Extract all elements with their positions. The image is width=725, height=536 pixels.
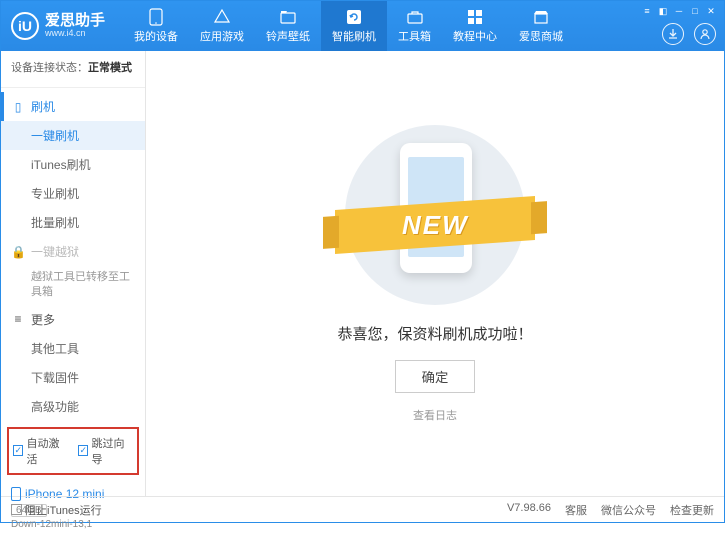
sidebar-head-jailbreak[interactable]: 🔒 一键越狱 <box>1 237 145 266</box>
jailbreak-note: 越狱工具已转移至工具箱 <box>1 266 145 305</box>
sidebar-head-more[interactable]: ≡ 更多 <box>1 305 145 334</box>
phone-icon <box>147 8 165 26</box>
main-tabs: 我的设备 应用游戏 铃声壁纸 智能刷机 工具箱 教程中心 <box>123 1 574 51</box>
unchecked-icon <box>11 504 22 515</box>
sidebar-item-other-tools[interactable]: 其他工具 <box>1 334 145 363</box>
tab-toolbox[interactable]: 工具箱 <box>387 1 442 51</box>
sidebar-item-oneclick-flash[interactable]: 一键刷机 <box>1 121 145 150</box>
apps-icon <box>213 8 231 26</box>
check-icon: ✓ <box>13 445 23 456</box>
tab-tutorial[interactable]: 教程中心 <box>442 1 508 51</box>
sidebar-head-flash[interactable]: ▯ 刷机 <box>1 92 145 121</box>
view-log-link[interactable]: 查看日志 <box>413 407 457 423</box>
app-url: www.i4.cn <box>45 29 105 39</box>
phone-small-icon: ▯ <box>11 100 25 114</box>
sidebar-item-advanced[interactable]: 高级功能 <box>1 392 145 421</box>
tab-store[interactable]: 爱思商城 <box>508 1 574 51</box>
service-link[interactable]: 客服 <box>565 502 587 518</box>
sidebar-item-download-firmware[interactable]: 下载固件 <box>1 363 145 392</box>
new-ribbon: NEW <box>402 209 469 240</box>
checkbox-skip-setup[interactable]: ✓ 跳过向导 <box>78 435 133 467</box>
minimize-button[interactable]: ─ <box>672 5 686 17</box>
app-title: 爱思助手 <box>45 13 105 30</box>
tab-apps-games[interactable]: 应用游戏 <box>189 1 255 51</box>
menu-button[interactable]: ≡ <box>640 5 654 17</box>
titlebar: iU 爱思助手 www.i4.cn 我的设备 应用游戏 铃声壁纸 智能刷机 <box>1 1 724 51</box>
flash-options-highlight: ✓ 自动激活 ✓ 跳过向导 <box>7 427 139 475</box>
ok-button[interactable]: 确定 <box>395 360 476 393</box>
skin-button[interactable]: ◧ <box>656 5 670 17</box>
device-phone-icon <box>11 487 21 501</box>
window-controls: ≡ ◧ ─ □ ✕ <box>640 5 718 17</box>
refresh-icon <box>345 8 363 26</box>
close-button[interactable]: ✕ <box>704 5 718 17</box>
wechat-link[interactable]: 微信公众号 <box>601 502 656 518</box>
more-icon: ≡ <box>11 312 25 326</box>
user-actions <box>662 23 716 45</box>
user-icon[interactable] <box>694 23 716 45</box>
folder-icon <box>279 8 297 26</box>
app-logo: iU 爱思助手 www.i4.cn <box>1 12 115 40</box>
tab-ringtone-wallpaper[interactable]: 铃声壁纸 <box>255 1 321 51</box>
logo-icon: iU <box>11 12 39 40</box>
toolbox-icon <box>406 8 424 26</box>
sidebar-item-batch-flash[interactable]: 批量刷机 <box>1 208 145 237</box>
check-update-link[interactable]: 检查更新 <box>670 502 714 518</box>
check-icon: ✓ <box>78 445 88 456</box>
footer: 阻止iTunes运行 V7.98.66 客服 微信公众号 检查更新 <box>1 496 724 522</box>
tab-my-device[interactable]: 我的设备 <box>123 1 189 51</box>
version-label: V7.98.66 <box>507 502 551 518</box>
download-icon[interactable] <box>662 23 684 45</box>
success-message: 恭喜您，保资料刷机成功啦！ <box>337 323 532 344</box>
store-icon <box>532 8 550 26</box>
sidebar-item-itunes-flash[interactable]: iTunes刷机 <box>1 150 145 179</box>
checkbox-block-itunes[interactable]: 阻止iTunes运行 <box>11 502 102 518</box>
maximize-button[interactable]: □ <box>688 5 702 17</box>
checkbox-auto-activate[interactable]: ✓ 自动激活 <box>13 435 68 467</box>
app-window: iU 爱思助手 www.i4.cn 我的设备 应用游戏 铃声壁纸 智能刷机 <box>0 0 725 523</box>
grid-icon <box>466 8 484 26</box>
main-content: NEW 恭喜您，保资料刷机成功啦！ 确定 查看日志 <box>146 51 724 496</box>
connection-status: 设备连接状态：正常模式 <box>1 51 145 83</box>
lock-icon: 🔒 <box>11 245 25 259</box>
sidebar: 设备连接状态：正常模式 ▯ 刷机 一键刷机 iTunes刷机 专业刷机 批量刷机… <box>1 51 146 496</box>
body: 设备连接状态：正常模式 ▯ 刷机 一键刷机 iTunes刷机 专业刷机 批量刷机… <box>1 51 724 496</box>
sidebar-item-pro-flash[interactable]: 专业刷机 <box>1 179 145 208</box>
tab-smart-flash[interactable]: 智能刷机 <box>321 1 387 51</box>
success-illustration: NEW <box>345 125 525 305</box>
